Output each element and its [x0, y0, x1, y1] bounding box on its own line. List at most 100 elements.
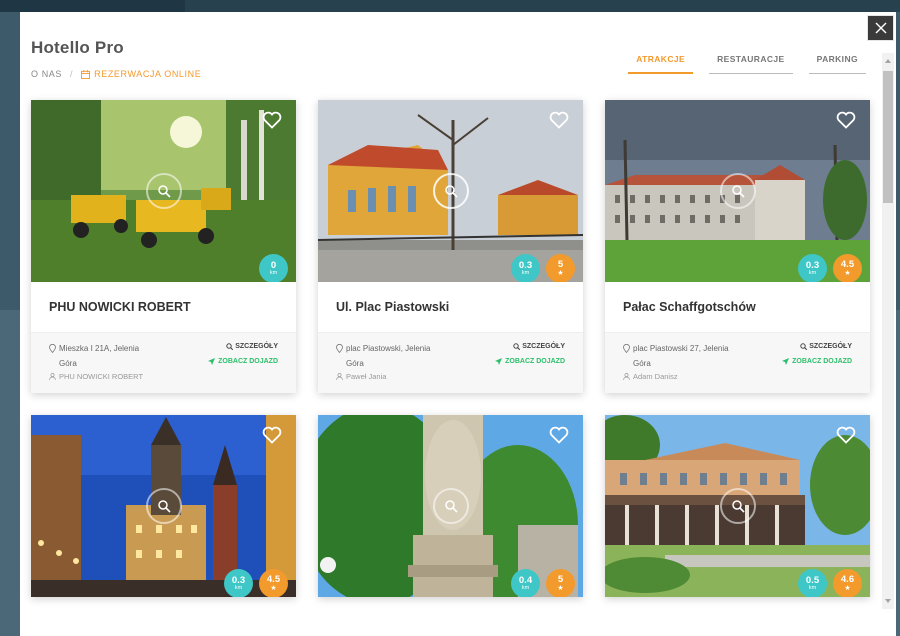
- directions-label: ZOBACZ DOJAZD: [218, 358, 278, 365]
- distance-value: 0.3: [805, 259, 820, 271]
- card-address: plac Piastowski, Jelenia Góra: [336, 341, 446, 371]
- attraction-card[interactable]: 0.3 km 4.5 ★ Pałac Schaffgotschów plac P…: [605, 100, 870, 393]
- app-title: Hotello Pro: [31, 38, 124, 57]
- directions-link[interactable]: ZOBACZ DOJAZD: [495, 358, 565, 365]
- distance-value: 0.3: [231, 574, 246, 586]
- modal-header: Hotello Pro O NAS / REZERWACJA ONLINE: [31, 38, 201, 79]
- zoom-button[interactable]: [146, 488, 182, 524]
- distance-badge: 0.4 km: [511, 569, 540, 597]
- heart-icon[interactable]: [549, 426, 569, 444]
- details-label: SZCZEGÓŁY: [522, 343, 565, 350]
- rating-value: 5: [557, 258, 564, 270]
- heart-icon[interactable]: [836, 426, 856, 444]
- attraction-card[interactable]: 0.3 km 5 ★ Ul. Plac Piastowski plac Pias…: [318, 100, 583, 393]
- rating-badge: 4.5 ★: [259, 569, 288, 597]
- zoom-button[interactable]: [720, 488, 756, 524]
- star-icon: ★: [844, 585, 851, 593]
- card-title[interactable]: PHU NOWICKI ROBERT: [31, 282, 296, 332]
- background-logo-area: [0, 0, 185, 12]
- scroll-down-icon[interactable]: [885, 599, 891, 603]
- card-photo[interactable]: 0.5 km 4.6 ★: [605, 415, 870, 597]
- breadcrumb-booking-link[interactable]: REZERWACJA ONLINE: [81, 69, 201, 79]
- tab-atrakcje[interactable]: ATRAKCJE: [628, 54, 694, 74]
- card-photo[interactable]: 0.3 km 5 ★: [318, 100, 583, 282]
- card-photo[interactable]: 0.3 km 4.5 ★: [31, 415, 296, 597]
- magnifier-icon: [445, 185, 458, 198]
- card-footer: plac Piastowski, Jelenia Góra Paweł Jani…: [318, 332, 583, 393]
- card-owner: Paweł Jania: [336, 372, 565, 381]
- attraction-card[interactable]: 0 km PHU NOWICKI ROBERT Mieszka I 21A, J…: [31, 100, 296, 393]
- directions-link[interactable]: ZOBACZ DOJAZD: [782, 358, 852, 365]
- rating-value: 4.6: [840, 573, 855, 585]
- breadcrumb-booking-label: REZERWACJA ONLINE: [94, 69, 202, 79]
- tab-restauracje[interactable]: RESTAURACJE: [709, 54, 793, 74]
- breadcrumb-about-link[interactable]: O NAS: [31, 69, 62, 79]
- user-icon: [336, 373, 343, 380]
- distance-value: 0.3: [518, 259, 533, 271]
- card-owner-text: Adam Danisz: [633, 372, 678, 381]
- card-photo[interactable]: 0 km: [31, 100, 296, 282]
- zoom-button[interactable]: [433, 173, 469, 209]
- breadcrumb: O NAS / REZERWACJA ONLINE: [31, 69, 201, 79]
- card-owner: PHU NOWICKI ROBERT: [49, 372, 278, 381]
- magnifier-icon: [158, 185, 171, 198]
- details-label: SZCZEGÓŁY: [809, 343, 852, 350]
- scroll-up-icon[interactable]: [885, 59, 891, 63]
- tab-parking[interactable]: PARKING: [808, 54, 866, 74]
- card-footer: plac Piastowski 27, Jelenia Góra Adam Da…: [605, 332, 870, 393]
- zoom-button[interactable]: [720, 173, 756, 209]
- details-link[interactable]: SZCZEGÓŁY: [800, 343, 852, 350]
- heart-icon[interactable]: [262, 111, 282, 129]
- attraction-card[interactable]: 0.5 km 4.6 ★: [605, 415, 870, 597]
- card-address-text: Mieszka I 21A, Jelenia Góra: [59, 344, 140, 368]
- rating-badge: 5 ★: [546, 254, 575, 282]
- distance-unit: km: [234, 585, 243, 591]
- zoom-button[interactable]: [146, 173, 182, 209]
- map-pin-icon: [49, 344, 56, 353]
- attraction-card[interactable]: 0.3 km 4.5 ★: [31, 415, 296, 597]
- rating-value: 4.5: [840, 258, 855, 270]
- rating-badge: 4.6 ★: [833, 569, 862, 597]
- scrollbar-thumb[interactable]: [883, 71, 893, 203]
- details-link[interactable]: SZCZEGÓŁY: [513, 343, 565, 350]
- star-icon: ★: [844, 270, 851, 278]
- star-icon: ★: [557, 270, 564, 278]
- navigation-arrow-icon: [208, 358, 216, 365]
- distance-value: 0.5: [805, 574, 820, 586]
- card-owner: Adam Danisz: [623, 372, 852, 381]
- close-button[interactable]: [867, 15, 894, 41]
- close-icon: [875, 22, 886, 34]
- directions-link[interactable]: ZOBACZ DOJAZD: [208, 358, 278, 365]
- heart-icon[interactable]: [549, 111, 569, 129]
- card-title[interactable]: Ul. Plac Piastowski: [318, 282, 583, 332]
- distance-unit: km: [808, 585, 817, 591]
- distance-value: 0: [270, 259, 277, 271]
- rating-badge: 4.5 ★: [833, 254, 862, 282]
- distance-unit: km: [808, 270, 817, 276]
- card-address-text: plac Piastowski, Jelenia Góra: [346, 344, 431, 368]
- distance-unit: km: [269, 270, 278, 276]
- magnifier-icon: [445, 500, 458, 513]
- zoom-button[interactable]: [433, 488, 469, 524]
- card-photo[interactable]: 0.4 km 5 ★: [318, 415, 583, 597]
- modal-scrollbar[interactable]: [882, 53, 894, 609]
- heart-icon[interactable]: [262, 426, 282, 444]
- navigation-arrow-icon: [495, 358, 503, 365]
- magnifier-icon: [732, 185, 745, 198]
- breadcrumb-separator: /: [70, 69, 74, 79]
- heart-icon[interactable]: [836, 111, 856, 129]
- magnifier-icon: [158, 500, 171, 513]
- attraction-card[interactable]: 0.4 km 5 ★: [318, 415, 583, 597]
- card-title[interactable]: Pałac Schaffgotschów: [605, 282, 870, 332]
- modal-bottom-edge: [20, 609, 882, 636]
- search-icon: [226, 343, 234, 350]
- map-pin-icon: [336, 344, 343, 353]
- card-photo[interactable]: 0.3 km 4.5 ★: [605, 100, 870, 282]
- map-pin-icon: [623, 344, 630, 353]
- star-icon: ★: [270, 585, 277, 593]
- card-owner-text: PHU NOWICKI ROBERT: [59, 372, 144, 381]
- distance-unit: km: [521, 585, 530, 591]
- card-address: Mieszka I 21A, Jelenia Góra: [49, 341, 159, 371]
- details-link[interactable]: SZCZEGÓŁY: [226, 343, 278, 350]
- card-owner-text: Paweł Jania: [346, 372, 387, 381]
